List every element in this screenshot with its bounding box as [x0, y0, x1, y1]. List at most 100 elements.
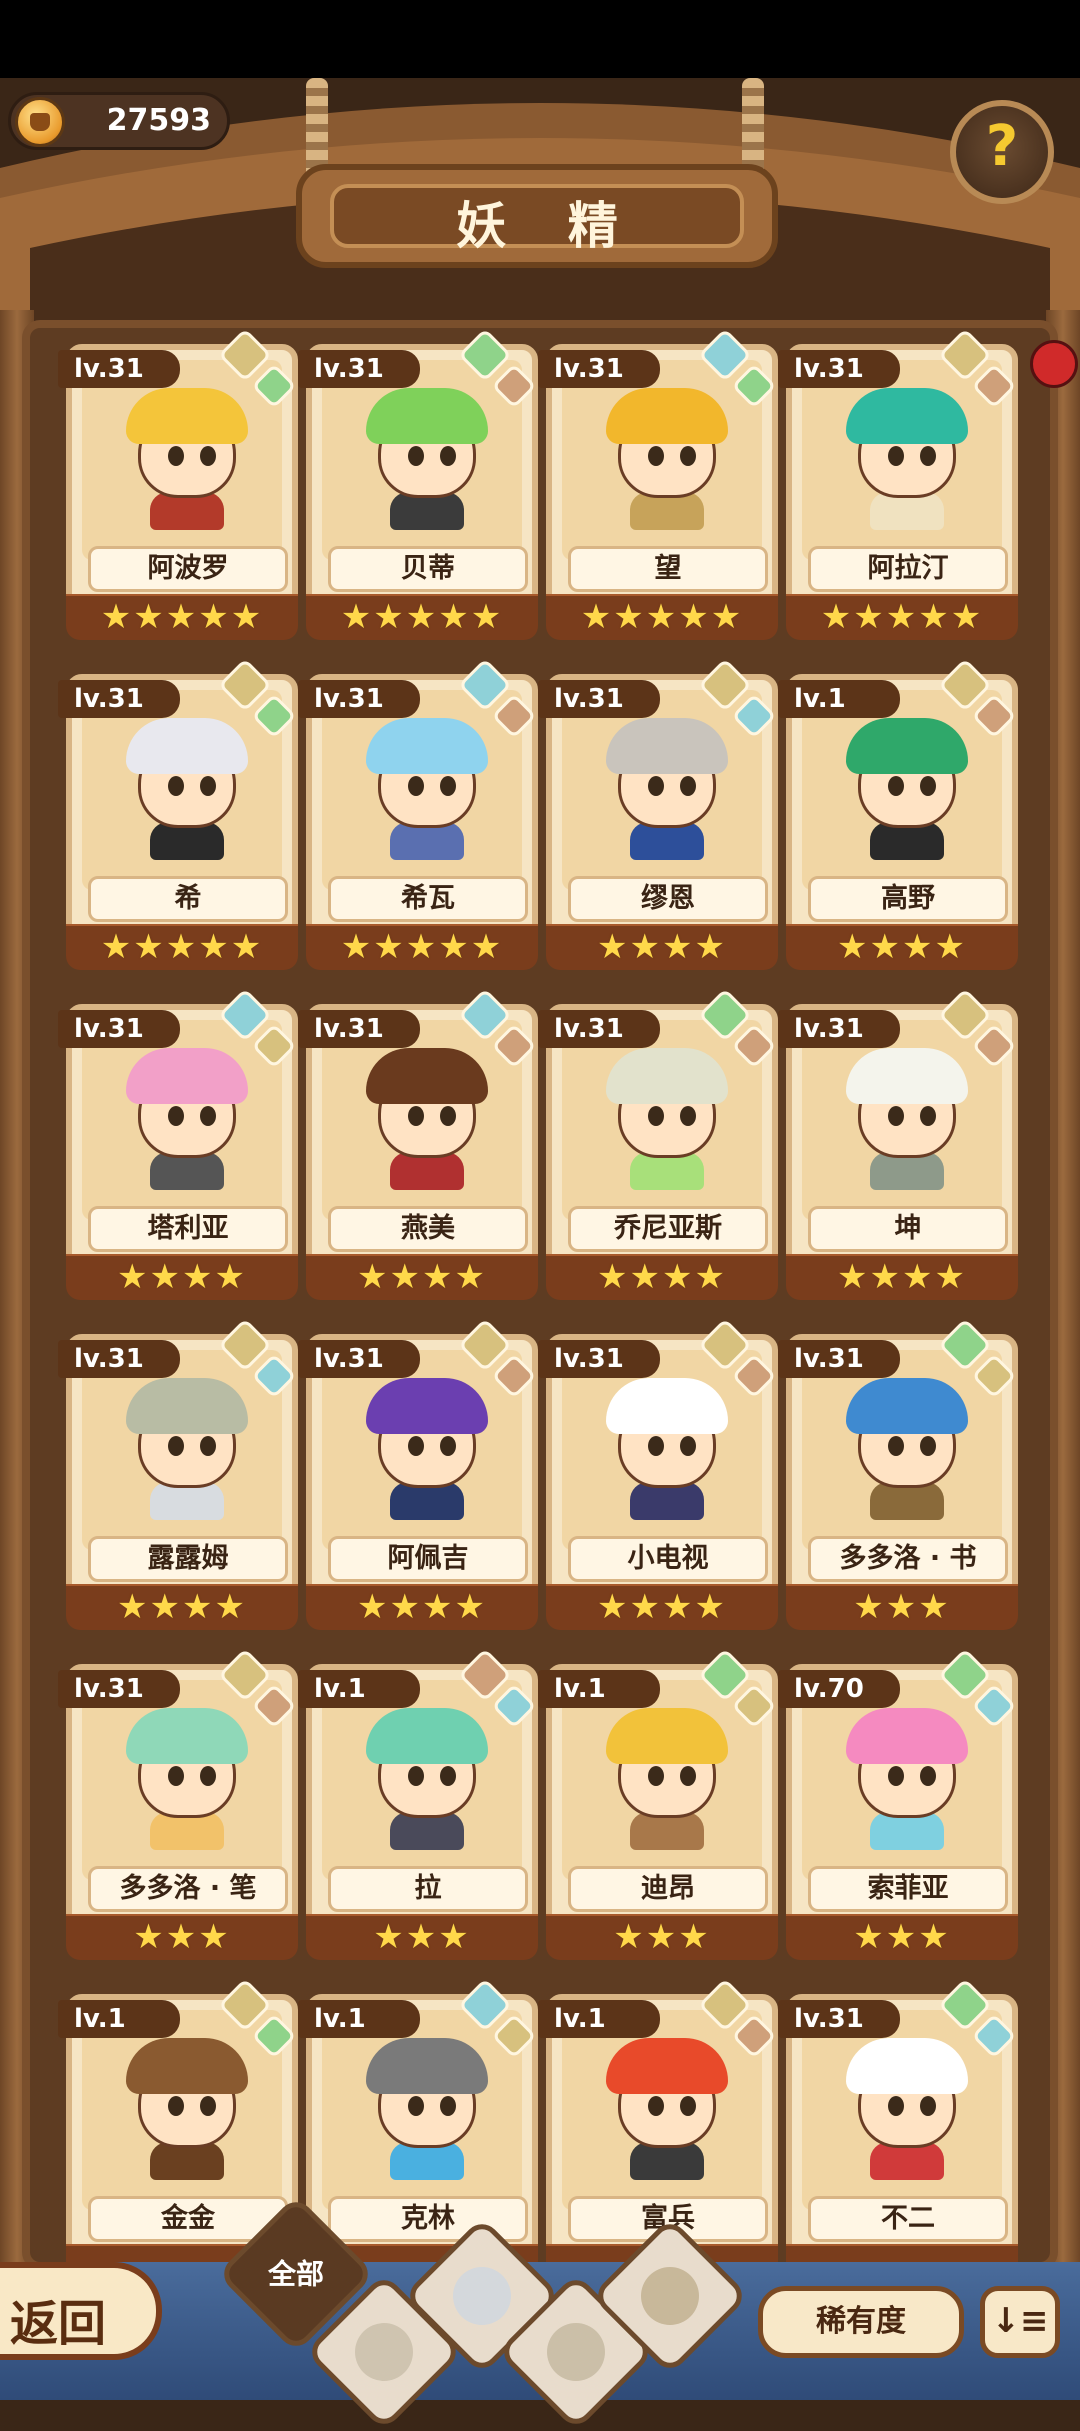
level-badge: lv.1	[538, 1670, 660, 1708]
fairy-card[interactable]: 乔尼亚斯 lv.31 ★★★★	[538, 988, 778, 1304]
fairy-card[interactable]: 希 lv.31 ★★★★★	[58, 658, 298, 974]
eye-icon	[440, 776, 456, 796]
fairy-name: 燕美	[328, 1206, 528, 1252]
portrait-hair	[126, 718, 248, 774]
eye-icon	[888, 776, 904, 796]
water-drop-icon	[453, 2267, 511, 2325]
star-rating: ★★★	[786, 1914, 1018, 1960]
fairy-card[interactable]: 多多洛 · 书 lv.31 ★★★	[778, 1318, 1018, 1634]
fairy-name: 希瓦	[328, 876, 528, 922]
level-badge: lv.31	[298, 680, 420, 718]
eye-icon	[168, 776, 184, 796]
fairy-card[interactable]: 贝蒂 lv.31 ★★★★★	[298, 328, 538, 644]
fairy-portrait	[122, 2038, 252, 2180]
fairy-card[interactable]: 缪恩 lv.31 ★★★★	[538, 658, 778, 974]
sort-order-button[interactable]: ↓≡	[980, 2286, 1060, 2358]
fairy-card[interactable]: 燕美 lv.31 ★★★★	[298, 988, 538, 1304]
fairy-portrait	[362, 2038, 492, 2180]
fairy-card[interactable]: 迪昂 lv.1 ★★★	[538, 1648, 778, 1964]
star-rating: ★★★★	[306, 1584, 538, 1630]
fairy-card[interactable]: 阿佩吉 lv.31 ★★★★	[298, 1318, 538, 1634]
back-button[interactable]: 返回	[0, 2262, 162, 2360]
portrait-hair	[126, 1048, 248, 1104]
level-badge: lv.1	[538, 2000, 660, 2038]
eye-icon	[440, 446, 456, 466]
eye-icon	[648, 446, 664, 466]
eye-icon	[888, 1766, 904, 1786]
fairy-card[interactable]: 望 lv.31 ★★★★★	[538, 328, 778, 644]
stars-icon: ★★★★	[357, 1257, 487, 1297]
star-rating: ★★★	[546, 1914, 778, 1960]
portrait-hair	[606, 1708, 728, 1764]
eye-icon	[680, 1436, 696, 1456]
help-button[interactable]: ?	[950, 100, 1054, 204]
fairy-name: 阿拉汀	[808, 546, 1008, 592]
eye-icon	[200, 1766, 216, 1786]
fairy-name: 缪恩	[568, 876, 768, 922]
fairy-portrait	[842, 1378, 972, 1520]
eye-icon	[648, 1106, 664, 1126]
level-badge: lv.31	[58, 350, 180, 388]
stars-icon: ★★★	[613, 1917, 711, 1957]
fairy-portrait	[602, 1708, 732, 1850]
level-badge: lv.70	[778, 1670, 900, 1708]
eye-icon	[680, 2096, 696, 2116]
fairy-portrait	[842, 718, 972, 860]
portrait-hair	[846, 388, 968, 444]
page-title: 妖 精	[456, 197, 640, 255]
fairy-card[interactable]: 坤 lv.31 ★★★★	[778, 988, 1018, 1304]
star-rating: ★★★★★	[66, 594, 298, 640]
eye-icon	[408, 446, 424, 466]
fairy-portrait	[602, 718, 732, 860]
fairy-card[interactable]: 拉 lv.1 ★★★	[298, 1648, 538, 1964]
currency-value: 27593	[106, 103, 211, 138]
eye-icon	[648, 1766, 664, 1786]
fairy-portrait	[362, 388, 492, 530]
fairy-card[interactable]: 阿拉汀 lv.31 ★★★★★	[778, 328, 1018, 644]
level-badge: lv.31	[58, 680, 180, 718]
fairy-portrait	[122, 1378, 252, 1520]
eye-icon	[680, 1106, 696, 1126]
eye-icon	[168, 1106, 184, 1126]
fairy-card[interactable]: 不二 lv.31	[778, 1978, 1018, 2294]
star-rating: ★★★	[786, 1584, 1018, 1630]
fairy-portrait	[362, 718, 492, 860]
stars-icon: ★★★★★	[820, 597, 984, 637]
fairy-name: 小电视	[568, 1536, 768, 1582]
fairy-card[interactable]: 索菲亚 lv.70 ★★★	[778, 1648, 1018, 1964]
rarity-sort-button[interactable]: 稀有度	[758, 2286, 964, 2358]
fairy-portrait	[122, 1708, 252, 1850]
eye-icon	[680, 1766, 696, 1786]
eye-icon	[408, 2096, 424, 2116]
fairy-name: 多多洛 · 笔	[88, 1866, 288, 1912]
eye-icon	[920, 1436, 936, 1456]
fairy-portrait	[122, 718, 252, 860]
level-badge: lv.31	[298, 350, 420, 388]
level-badge: lv.31	[778, 350, 900, 388]
fairy-card[interactable]: 露露姆 lv.31 ★★★★	[58, 1318, 298, 1634]
fairy-card[interactable]: 高野 lv.1 ★★★★	[778, 658, 1018, 974]
fairy-name: 不二	[808, 2196, 1008, 2242]
fairy-portrait	[602, 2038, 732, 2180]
eye-icon	[408, 1766, 424, 1786]
fairy-name: 露露姆	[88, 1536, 288, 1582]
star-rating: ★★★★	[786, 1254, 1018, 1300]
eye-icon	[888, 1436, 904, 1456]
stars-icon: ★★★	[133, 1917, 231, 1957]
star-rating: ★★★★	[66, 1584, 298, 1630]
currency-counter: 27593	[8, 92, 230, 150]
eye-icon	[920, 1766, 936, 1786]
eye-icon	[888, 446, 904, 466]
fairy-card[interactable]: 希瓦 lv.31 ★★★★★	[298, 658, 538, 974]
portrait-hair	[846, 2038, 968, 2094]
fairy-card[interactable]: 小电视 lv.31 ★★★★	[538, 1318, 778, 1634]
fairy-card[interactable]: 阿波罗 lv.31 ★★★★★	[58, 328, 298, 644]
eye-icon	[440, 1106, 456, 1126]
fairy-card[interactable]: 塔利亚 lv.31 ★★★★	[58, 988, 298, 1304]
fairy-card[interactable]: 多多洛 · 笔 lv.31 ★★★	[58, 1648, 298, 1964]
level-badge: lv.31	[298, 1340, 420, 1378]
stars-icon: ★★★★	[117, 1587, 247, 1627]
stars-icon: ★★★★★	[100, 597, 264, 637]
star-rating: ★★★★★	[66, 924, 298, 970]
eye-icon	[920, 2096, 936, 2116]
